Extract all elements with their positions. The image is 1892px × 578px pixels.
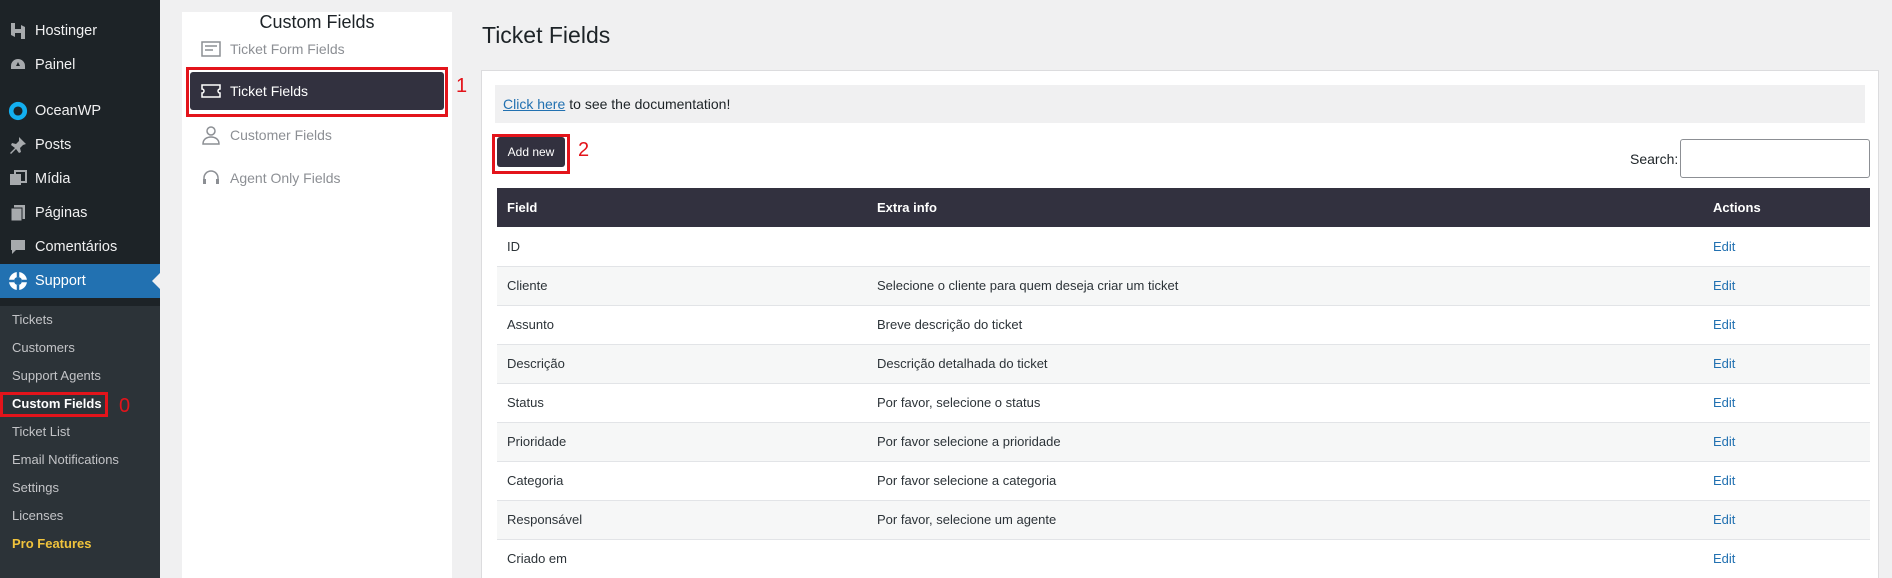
table-row: ID Edit — [497, 227, 1870, 266]
customer-icon — [200, 125, 222, 145]
support-icon — [8, 271, 28, 291]
menu-item-hostinger[interactable]: Hostinger — [0, 14, 160, 48]
menu-item-paginas[interactable]: Páginas — [0, 196, 160, 230]
support-submenu: Tickets Customers Support Agents Custom … — [0, 306, 160, 578]
edit-link[interactable]: Edit — [1703, 305, 1870, 344]
annotation-box-0 — [0, 392, 108, 417]
menu-item-support[interactable]: Support — [0, 264, 160, 298]
field-cell: Responsável — [507, 512, 583, 527]
extra-info-cell: Por favor, selecione o status — [877, 395, 1041, 410]
table-row: Cliente Selecione o cliente para quem des… — [497, 266, 1870, 305]
table-body: ID Edit Cliente Selecione o cliente para qu… — [497, 227, 1870, 578]
edit-link[interactable]: Edit — [1703, 383, 1870, 422]
search-label: Search: — [1630, 151, 1679, 167]
annotation-number-2: 2 — [578, 139, 590, 161]
table-row: Responsável Por favor, selecione um agent… — [497, 500, 1870, 539]
field-cell: Categoria — [507, 473, 564, 488]
edit-link[interactable]: Edit — [1703, 227, 1870, 266]
edit-link[interactable]: Edit — [1703, 344, 1870, 383]
form-icon — [200, 39, 222, 59]
submenu-email-notifications[interactable]: Email Notifications — [12, 452, 119, 467]
annotation-number-1: 1 — [456, 75, 468, 97]
menu-item-comentarios[interactable]: Comentários — [0, 230, 160, 264]
submenu-ticket-list[interactable]: Ticket List — [12, 424, 70, 439]
extra-info-cell: Breve descrição do ticket — [877, 317, 1023, 332]
extra-info-cell — [867, 227, 1703, 266]
page-title: Ticket Fields — [482, 22, 611, 48]
edit-link[interactable]: Edit — [1703, 266, 1870, 305]
pin-icon — [8, 135, 28, 155]
media-icon — [8, 169, 28, 189]
hostinger-icon — [8, 21, 28, 41]
dashboard-icon — [8, 55, 28, 75]
annotation-box-1 — [186, 67, 448, 117]
table-row: Criado em Edit — [497, 539, 1870, 578]
edit-link[interactable]: Edit — [1703, 461, 1870, 500]
ticket-fields-box: Click here to see the documentation! Add… — [481, 70, 1879, 578]
current-menu-arrow — [152, 273, 160, 289]
annotation-box-2 — [492, 134, 570, 174]
nav-agent-only-fields[interactable]: Agent Only Fields — [190, 159, 444, 197]
edit-link[interactable]: Edit — [1703, 539, 1870, 578]
table-row: Categoria Por favor selecione a categoria… — [497, 461, 1870, 500]
submenu-tickets[interactable]: Tickets — [12, 312, 53, 327]
nav-ticket-form-fields[interactable]: Ticket Form Fields — [190, 30, 444, 68]
extra-info-cell: Por favor selecione a categoria — [877, 473, 1057, 488]
edit-link[interactable]: Edit — [1703, 500, 1870, 539]
header-extra-info: Extra info — [877, 200, 937, 215]
table-header-row: Field Extra info Actions — [497, 188, 1870, 227]
field-cell: Prioridade — [507, 434, 567, 449]
annotation-number-0: 0 — [119, 395, 131, 417]
nav-customer-fields[interactable]: Customer Fields — [190, 116, 444, 154]
field-cell: Assunto — [507, 317, 554, 332]
admin-sidebar: Hostinger Painel OceanWP Posts Mídia Pág… — [0, 0, 160, 578]
documentation-link[interactable]: Click here — [503, 96, 565, 112]
menu-item-oceanwp[interactable]: OceanWP — [0, 94, 160, 128]
table-row: Status Por favor, selecione o status Edit — [497, 383, 1870, 422]
submenu-customers[interactable]: Customers — [12, 340, 75, 355]
submenu-pro-features[interactable]: Pro Features — [12, 536, 91, 551]
table-row: Descrição Descrição detalhada do ticket Ed… — [497, 344, 1870, 383]
documentation-text: to see the documentation! — [569, 96, 731, 112]
edit-link[interactable]: Edit — [1703, 422, 1870, 461]
submenu-licenses[interactable]: Licenses — [12, 508, 63, 523]
extra-info-cell: Por favor selecione a prioridade — [877, 434, 1061, 449]
extra-info-cell — [867, 539, 1703, 578]
search-input[interactable] — [1680, 139, 1870, 178]
field-cell: Status — [507, 395, 544, 410]
extra-info-cell: Selecione o cliente para quem deseja cri… — [877, 278, 1179, 293]
pages-icon — [8, 203, 28, 223]
oceanwp-icon — [8, 101, 28, 121]
field-cell: Cliente — [507, 278, 548, 293]
field-cell: ID — [507, 238, 520, 254]
field-cell: Criado em — [507, 551, 567, 566]
field-cell: Descrição — [507, 356, 565, 371]
extra-info-cell: Por favor, selecione um agente — [877, 512, 1057, 527]
extra-info-cell: Descrição detalhada do ticket — [877, 356, 1048, 371]
documentation-notice: Click here to see the documentation! — [495, 85, 1865, 123]
submenu-settings[interactable]: Settings — [12, 480, 59, 495]
submenu-support-agents[interactable]: Support Agents — [12, 368, 101, 383]
menu-item-posts[interactable]: Posts — [0, 128, 160, 162]
table-row: Prioridade Por favor selecione a priorida… — [497, 422, 1870, 461]
comments-icon — [8, 237, 28, 257]
menu-item-midia[interactable]: Mídia — [0, 162, 160, 196]
menu-item-painel[interactable]: Painel — [0, 48, 160, 82]
headset-icon — [200, 168, 222, 188]
table-row: Assunto Breve descrição do ticket Edit — [497, 305, 1870, 344]
ticket-fields-table: Field Extra info Actions ID Edit Cliente Se… — [497, 188, 1870, 578]
header-actions: Actions — [1713, 200, 1761, 215]
header-field: Field — [507, 200, 538, 215]
